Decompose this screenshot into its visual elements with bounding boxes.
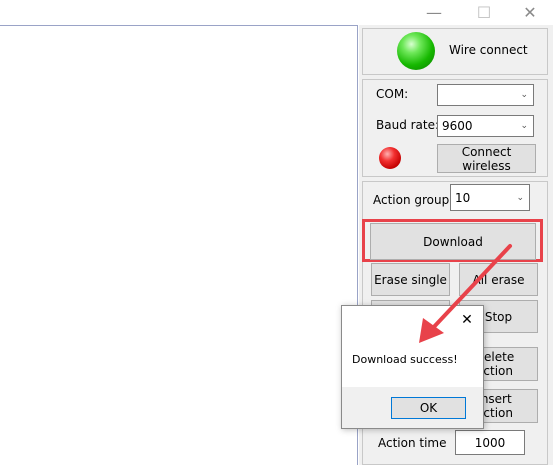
annotation-arrow-icon: [419, 244, 512, 343]
